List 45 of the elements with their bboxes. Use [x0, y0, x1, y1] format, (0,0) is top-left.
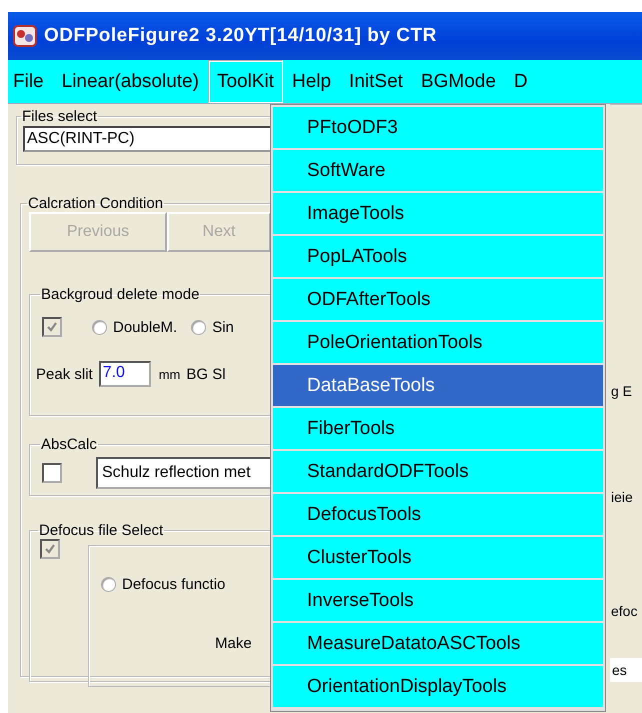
menu-item[interactable]: InitSet	[340, 60, 412, 103]
partial-text: efoc	[611, 603, 638, 619]
radio-option[interactable]: Sin	[191, 318, 234, 336]
group-label: Calcration Condition	[27, 195, 164, 212]
group-label: Backgroud delete mode	[40, 286, 200, 303]
checkbox[interactable]	[42, 463, 62, 483]
menu-item[interactable]: PoleOrientationTools	[273, 322, 603, 363]
app-icon	[12, 23, 38, 49]
window-title: ODFPoleFigure2 3.20YT[14/10/31] by CTR	[44, 25, 437, 47]
menu-item[interactable]: Linear(absolute)	[52, 60, 208, 103]
radio-option[interactable]: Defocus functio	[101, 576, 272, 593]
bg-slit-label: BG Sl	[186, 366, 226, 382]
menu-item[interactable]: OrientationDisplayTools	[273, 666, 603, 707]
menu-item[interactable]: BGMode	[412, 60, 505, 103]
group-label: Defocus file Select	[38, 522, 164, 539]
partial-text: g E	[611, 383, 632, 399]
peak-slit-label: Peak slit	[36, 366, 93, 382]
files-select-dropdown[interactable]: ASC(RINT-PC)	[23, 126, 272, 152]
peak-slit-field[interactable]: 7.0	[98, 361, 151, 387]
menu-item[interactable]: PFtoODF3	[273, 107, 603, 148]
partial-field[interactable]: es	[610, 658, 642, 682]
menu-item[interactable]: DataBaseTools	[273, 365, 603, 406]
menu-item[interactable]: ToolKit	[208, 60, 283, 103]
check-icon	[45, 320, 59, 334]
menu-item[interactable]: ODFAfterTools	[273, 279, 603, 320]
menu-item[interactable]: ClusterTools	[273, 537, 603, 578]
partial-text: ieie	[611, 489, 633, 505]
menu-item[interactable]: InverseTools	[273, 580, 603, 621]
method-field[interactable]: Schulz reflection met	[96, 457, 272, 489]
menu-item[interactable]: File	[8, 60, 53, 103]
make-label: Make	[215, 635, 253, 652]
menu-item[interactable]: ImageTools	[273, 193, 603, 234]
check-icon	[43, 542, 57, 556]
menu-item[interactable]: MeasureDatatoASCTools	[273, 623, 603, 664]
group-label: Files select	[21, 108, 98, 125]
menu-item[interactable]: Help	[282, 60, 340, 103]
menu-item[interactable]: PopLATools	[273, 236, 603, 277]
radio-option[interactable]: DoubleM.	[92, 318, 178, 336]
menu-item[interactable]: SoftWare	[273, 150, 603, 191]
menu-item[interactable]: D	[504, 60, 537, 103]
menu-item[interactable]: FiberTools	[273, 408, 603, 449]
group-label: AbsCalc	[40, 436, 98, 453]
unit-label: mm	[158, 366, 180, 382]
menu-item[interactable]: DefocusTools	[273, 494, 603, 535]
menu-item[interactable]: StandardODFTools	[273, 451, 603, 492]
